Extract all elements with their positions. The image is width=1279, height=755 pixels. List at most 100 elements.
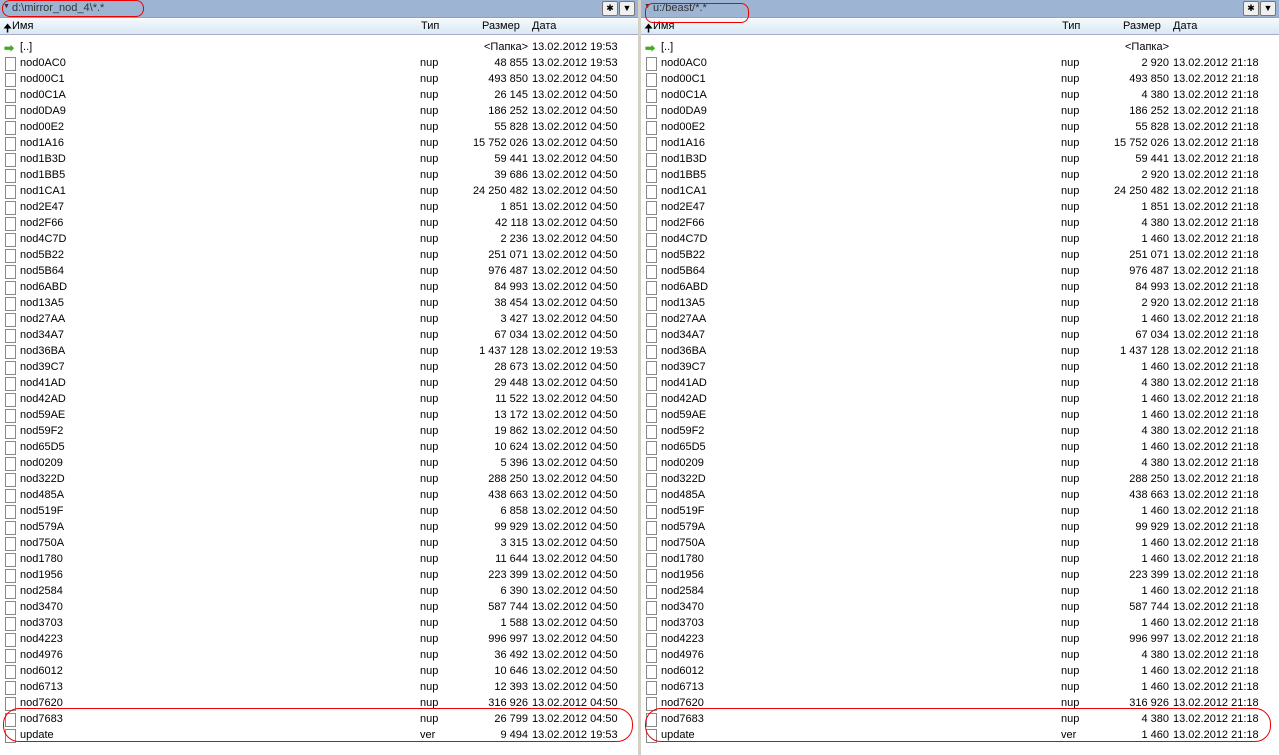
file-row[interactable]: nod4C7D nup 1 460 13.02.2012 21:18 xyxy=(641,231,1279,247)
file-row[interactable]: nod3703 nup 1 460 13.02.2012 21:18 xyxy=(641,615,1279,631)
file-row[interactable]: nod34A7 nup 67 034 13.02.2012 04:50 xyxy=(0,327,638,343)
file-row[interactable]: nod6012 nup 10 646 13.02.2012 04:50 xyxy=(0,663,638,679)
file-row[interactable]: nod0AC0 nup 48 855 13.02.2012 19:53 xyxy=(0,55,638,71)
file-row[interactable]: nod1A16 nup 15 752 026 13.02.2012 04:50 xyxy=(0,135,638,151)
file-row[interactable]: nod59AE nup 1 460 13.02.2012 21:18 xyxy=(641,407,1279,423)
file-row[interactable]: nod750A nup 3 315 13.02.2012 04:50 xyxy=(0,535,638,551)
file-row[interactable]: nod36BA nup 1 437 128 13.02.2012 19:53 xyxy=(0,343,638,359)
file-row[interactable]: nod13A5 nup 2 920 13.02.2012 21:18 xyxy=(641,295,1279,311)
file-row[interactable]: nod4223 nup 996 997 13.02.2012 21:18 xyxy=(641,631,1279,647)
file-row[interactable]: nod5B64 nup 976 487 13.02.2012 21:18 xyxy=(641,263,1279,279)
file-size: 1 460 xyxy=(1141,233,1169,245)
file-row[interactable]: nod4976 nup 36 492 13.02.2012 04:50 xyxy=(0,647,638,663)
col-date[interactable]: Дата xyxy=(532,20,556,32)
file-row[interactable]: nod00C1 nup 493 850 13.02.2012 21:18 xyxy=(641,71,1279,87)
col-size[interactable]: Размер xyxy=(1123,20,1161,32)
file-row[interactable]: nod2584 nup 1 460 13.02.2012 21:18 xyxy=(641,583,1279,599)
file-row[interactable]: nod5B64 nup 976 487 13.02.2012 04:50 xyxy=(0,263,638,279)
file-row[interactable]: nod6713 nup 1 460 13.02.2012 21:18 xyxy=(641,679,1279,695)
file-row[interactable]: nod0DA9 nup 186 252 13.02.2012 04:50 xyxy=(0,103,638,119)
file-row[interactable]: nod0209 nup 4 380 13.02.2012 21:18 xyxy=(641,455,1279,471)
file-row[interactable]: nod39C7 nup 28 673 13.02.2012 04:50 xyxy=(0,359,638,375)
file-row[interactable]: nod322D nup 288 250 13.02.2012 04:50 xyxy=(0,471,638,487)
file-row[interactable]: nod3703 nup 1 588 13.02.2012 04:50 xyxy=(0,615,638,631)
file-row[interactable]: nod34A7 nup 67 034 13.02.2012 21:18 xyxy=(641,327,1279,343)
file-row[interactable]: nod39C7 nup 1 460 13.02.2012 21:18 xyxy=(641,359,1279,375)
file-row[interactable]: nod519F nup 1 460 13.02.2012 21:18 xyxy=(641,503,1279,519)
file-row[interactable]: nod13A5 nup 38 454 13.02.2012 04:50 xyxy=(0,295,638,311)
file-row[interactable]: nod27AA nup 1 460 13.02.2012 21:18 xyxy=(641,311,1279,327)
file-row[interactable]: nod59F2 nup 19 862 13.02.2012 04:50 xyxy=(0,423,638,439)
file-row[interactable]: nod36BA nup 1 437 128 13.02.2012 21:18 xyxy=(641,343,1279,359)
col-name[interactable]: Имя xyxy=(12,20,33,32)
file-row[interactable]: nod42AD nup 11 522 13.02.2012 04:50 xyxy=(0,391,638,407)
file-row[interactable]: nod2584 nup 6 390 13.02.2012 04:50 xyxy=(0,583,638,599)
file-type: nup xyxy=(420,441,439,453)
file-row[interactable]: nod1CA1 nup 24 250 482 13.02.2012 21:18 xyxy=(641,183,1279,199)
file-row[interactable]: nod1CA1 nup 24 250 482 13.02.2012 04:50 xyxy=(0,183,638,199)
file-row[interactable]: nod2E47 nup 1 851 13.02.2012 21:18 xyxy=(641,199,1279,215)
history-dropdown-button[interactable]: ▼ xyxy=(619,1,635,16)
file-row[interactable]: nod41AD nup 4 380 13.02.2012 21:18 xyxy=(641,375,1279,391)
col-type[interactable]: Тип xyxy=(1062,20,1080,32)
file-row[interactable]: nod65D5 nup 10 624 13.02.2012 04:50 xyxy=(0,439,638,455)
col-date[interactable]: Дата xyxy=(1173,20,1197,32)
file-row[interactable]: nod0C1A nup 4 380 13.02.2012 21:18 xyxy=(641,87,1279,103)
file-row[interactable]: nod1A16 nup 15 752 026 13.02.2012 21:18 xyxy=(641,135,1279,151)
file-row[interactable]: nod2F66 nup 42 118 13.02.2012 04:50 xyxy=(0,215,638,231)
file-row[interactable]: nod1956 nup 223 399 13.02.2012 21:18 xyxy=(641,567,1279,583)
file-row[interactable]: nod579A nup 99 929 13.02.2012 21:18 xyxy=(641,519,1279,535)
file-row[interactable]: nod579A nup 99 929 13.02.2012 04:50 xyxy=(0,519,638,535)
file-row[interactable]: nod1780 nup 1 460 13.02.2012 21:18 xyxy=(641,551,1279,567)
file-row[interactable]: nod0C1A nup 26 145 13.02.2012 04:50 xyxy=(0,87,638,103)
file-row[interactable]: nod6ABD nup 84 993 13.02.2012 21:18 xyxy=(641,279,1279,295)
file-name: nod579A xyxy=(20,521,65,533)
file-row[interactable]: nod750A nup 1 460 13.02.2012 21:18 xyxy=(641,535,1279,551)
file-row[interactable]: nod519F nup 6 858 13.02.2012 04:50 xyxy=(0,503,638,519)
file-row[interactable]: nod2E47 nup 1 851 13.02.2012 04:50 xyxy=(0,199,638,215)
file-row[interactable]: nod65D5 nup 1 460 13.02.2012 21:18 xyxy=(641,439,1279,455)
file-row[interactable]: nod0209 nup 5 396 13.02.2012 04:50 xyxy=(0,455,638,471)
file-row[interactable]: nod6012 nup 1 460 13.02.2012 21:18 xyxy=(641,663,1279,679)
file-size: 4 380 xyxy=(1141,217,1169,229)
file-row[interactable]: nod00C1 nup 493 850 13.02.2012 04:50 xyxy=(0,71,638,87)
file-row[interactable]: nod1B3D nup 59 441 13.02.2012 21:18 xyxy=(641,151,1279,167)
file-row[interactable]: nod485A nup 438 663 13.02.2012 04:50 xyxy=(0,487,638,503)
file-name: nod3703 xyxy=(661,617,704,629)
file-row[interactable]: nod485A nup 438 663 13.02.2012 21:18 xyxy=(641,487,1279,503)
file-row[interactable]: nod4C7D nup 2 236 13.02.2012 04:50 xyxy=(0,231,638,247)
file-icon xyxy=(5,169,16,183)
file-row[interactable]: nod4223 nup 996 997 13.02.2012 04:50 xyxy=(0,631,638,647)
file-row[interactable]: nod41AD nup 29 448 13.02.2012 04:50 xyxy=(0,375,638,391)
file-row[interactable]: nod3470 nup 587 744 13.02.2012 04:50 xyxy=(0,599,638,615)
file-name: nod4C7D xyxy=(661,233,708,245)
file-row[interactable]: nod00E2 nup 55 828 13.02.2012 04:50 xyxy=(0,119,638,135)
file-row[interactable]: nod322D nup 288 250 13.02.2012 21:18 xyxy=(641,471,1279,487)
file-row[interactable]: nod1BB5 nup 39 686 13.02.2012 04:50 xyxy=(0,167,638,183)
file-row[interactable]: nod59AE nup 13 172 13.02.2012 04:50 xyxy=(0,407,638,423)
file-row[interactable]: nod2F66 nup 4 380 13.02.2012 21:18 xyxy=(641,215,1279,231)
file-row[interactable]: nod1BB5 nup 2 920 13.02.2012 21:18 xyxy=(641,167,1279,183)
file-row[interactable]: nod0AC0 nup 2 920 13.02.2012 21:18 xyxy=(641,55,1279,71)
file-row[interactable]: nod1956 nup 223 399 13.02.2012 04:50 xyxy=(0,567,638,583)
file-row[interactable]: nod00E2 nup 55 828 13.02.2012 21:18 xyxy=(641,119,1279,135)
file-row[interactable]: nod42AD nup 1 460 13.02.2012 21:18 xyxy=(641,391,1279,407)
file-row[interactable]: nod0DA9 nup 186 252 13.02.2012 21:18 xyxy=(641,103,1279,119)
file-row[interactable]: nod4976 nup 4 380 13.02.2012 21:18 xyxy=(641,647,1279,663)
file-row[interactable]: nod3470 nup 587 744 13.02.2012 21:18 xyxy=(641,599,1279,615)
file-row[interactable]: nod59F2 nup 4 380 13.02.2012 21:18 xyxy=(641,423,1279,439)
col-type[interactable]: Тип xyxy=(421,20,439,32)
file-row[interactable]: nod6ABD nup 84 993 13.02.2012 04:50 xyxy=(0,279,638,295)
file-row[interactable]: nod1B3D nup 59 441 13.02.2012 04:50 xyxy=(0,151,638,167)
file-row[interactable]: nod5B22 nup 251 071 13.02.2012 21:18 xyxy=(641,247,1279,263)
parent-dir-row[interactable]: ➡ [..] <Папка> xyxy=(641,39,1279,55)
asterisk-button[interactable]: ✱ xyxy=(1243,1,1259,16)
col-size[interactable]: Размер xyxy=(482,20,520,32)
history-dropdown-button[interactable]: ▼ xyxy=(1260,1,1276,16)
file-row[interactable]: nod1780 nup 11 644 13.02.2012 04:50 xyxy=(0,551,638,567)
file-row[interactable]: nod6713 nup 12 393 13.02.2012 04:50 xyxy=(0,679,638,695)
file-row[interactable]: nod27AA nup 3 427 13.02.2012 04:50 xyxy=(0,311,638,327)
file-row[interactable]: nod5B22 nup 251 071 13.02.2012 04:50 xyxy=(0,247,638,263)
asterisk-button[interactable]: ✱ xyxy=(602,1,618,16)
parent-dir-row[interactable]: ➡ [..] <Папка> 13.02.2012 19:53 xyxy=(0,39,638,55)
